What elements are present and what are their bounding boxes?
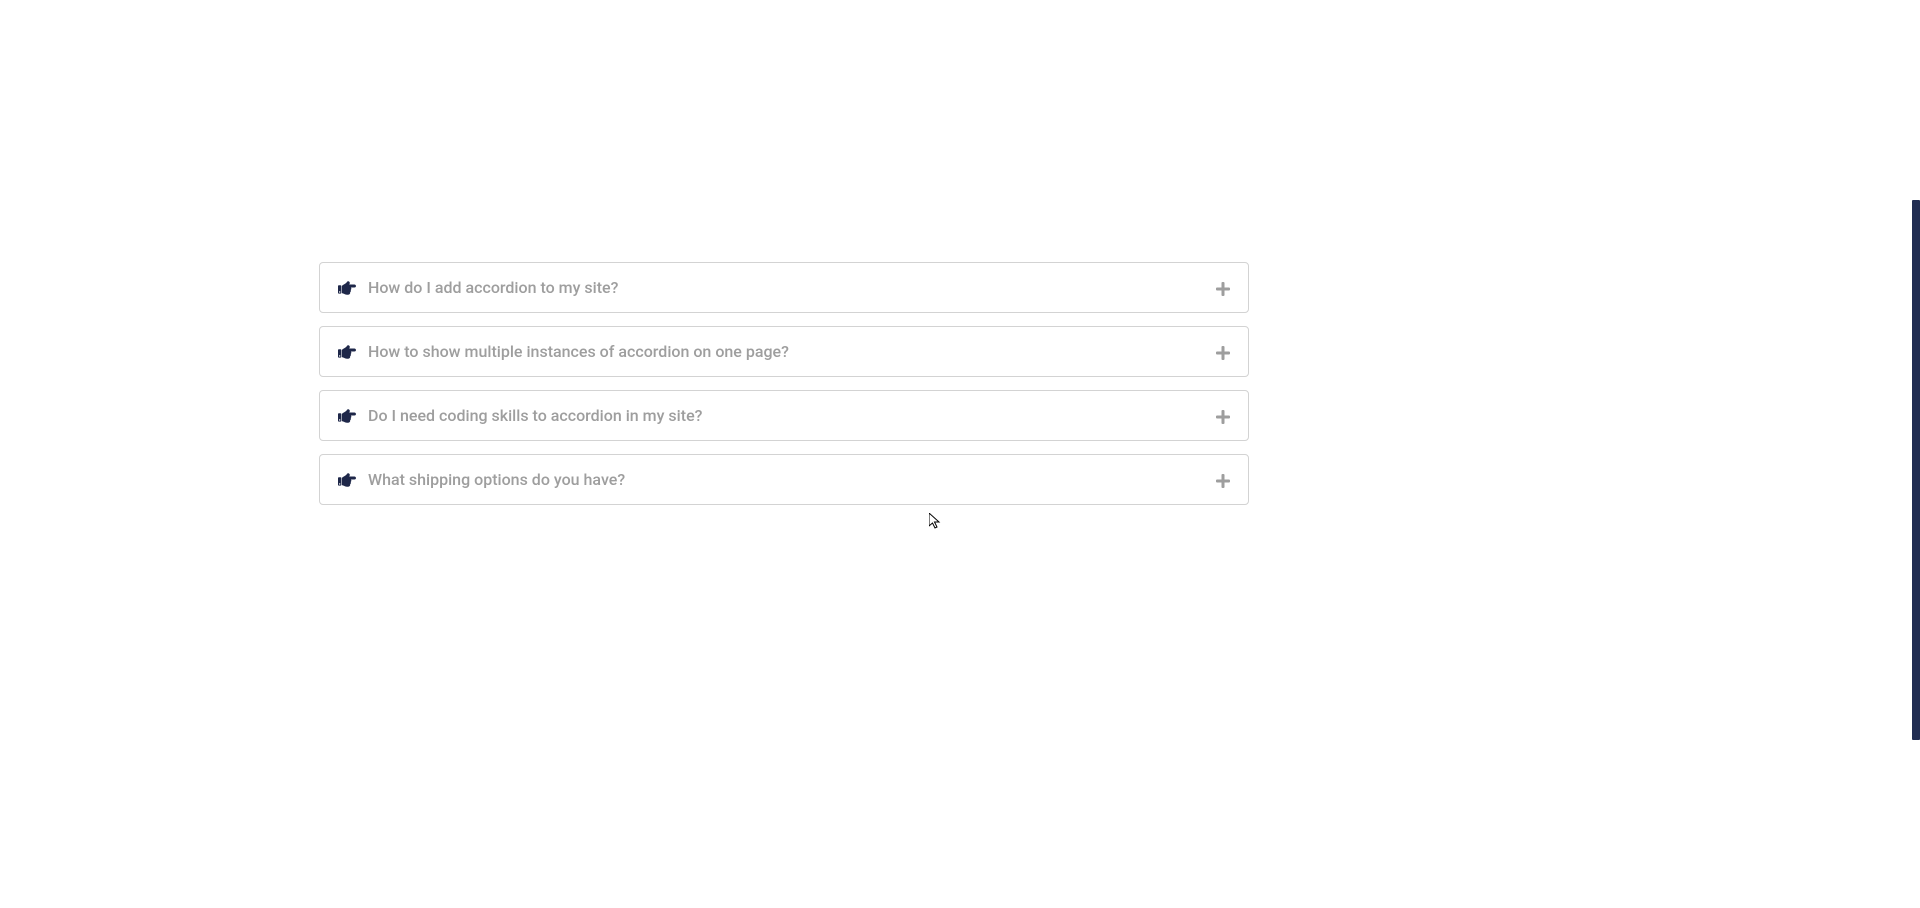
hand-point-right-icon (338, 279, 356, 297)
hand-point-right-icon (338, 407, 356, 425)
accordion-item-3[interactable]: Do I need coding skills to accordion in … (319, 390, 1249, 441)
accordion-container: How do I add accordion to my site? How t… (319, 262, 1249, 518)
hand-point-right-icon (338, 471, 356, 489)
accordion-item-2[interactable]: How to show multiple instances of accord… (319, 326, 1249, 377)
accordion-title: How to show multiple instances of accord… (368, 342, 1216, 361)
plus-icon (1216, 281, 1230, 295)
accordion-title: Do I need coding skills to accordion in … (368, 406, 1216, 425)
plus-icon (1216, 345, 1230, 359)
plus-icon (1216, 409, 1230, 423)
hand-point-right-icon (338, 343, 356, 361)
accordion-title: What shipping options do you have? (368, 470, 1216, 489)
scrollbar[interactable] (1912, 200, 1920, 740)
accordion-title: How do I add accordion to my site? (368, 278, 1216, 297)
accordion-item-1[interactable]: How do I add accordion to my site? (319, 262, 1249, 313)
accordion-item-4[interactable]: What shipping options do you have? (319, 454, 1249, 505)
plus-icon (1216, 473, 1230, 487)
